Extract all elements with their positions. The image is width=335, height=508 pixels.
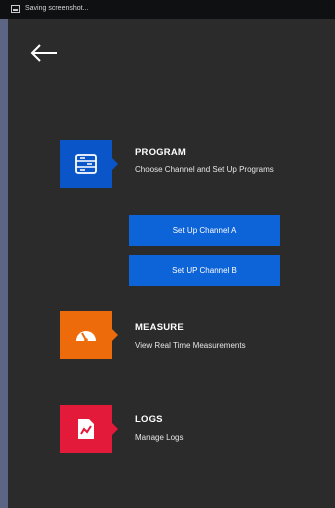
program-tile[interactable] [60, 140, 118, 188]
logs-tile[interactable] [60, 405, 118, 453]
gauge-icon [74, 323, 98, 347]
status-text: Saving screenshot... [25, 5, 89, 12]
status-bar: Saving screenshot... [0, 0, 335, 19]
back-arrow-icon[interactable] [29, 41, 59, 65]
logs-title: LOGS [135, 414, 163, 425]
program-description: Choose Channel and Set Up Programs [135, 165, 274, 174]
measure-tile[interactable] [60, 311, 118, 359]
setup-channel-a-button[interactable]: Set Up Channel A [129, 215, 280, 246]
setup-channel-b-button[interactable]: Set UP Channel B [129, 255, 280, 286]
measure-description: View Real Time Measurements [135, 341, 246, 350]
tile-pointer [112, 158, 118, 170]
tile-pointer [112, 423, 118, 435]
logs-description: Manage Logs [135, 433, 184, 442]
program-list-icon [74, 152, 98, 176]
measure-title: MEASURE [135, 322, 184, 333]
tile-pointer [112, 329, 118, 341]
screenshot-icon [11, 5, 20, 13]
app-screen: PROGRAM Choose Channel and Set Up Progra… [8, 19, 335, 508]
log-chart-icon [74, 417, 98, 441]
program-title: PROGRAM [135, 147, 187, 158]
